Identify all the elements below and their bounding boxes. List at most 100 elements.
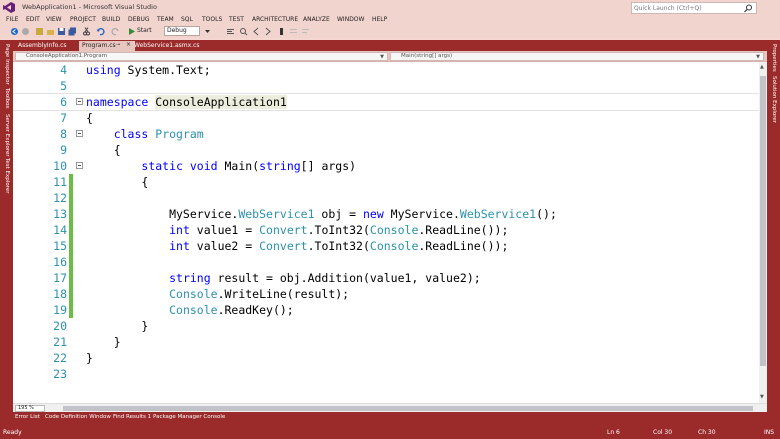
save-icon[interactable] — [57, 27, 66, 36]
line-number: 10 — [53, 159, 67, 173]
menu-edit[interactable]: EDIT — [26, 16, 40, 23]
left-tool-strip: Page Inspector Toolbox Server Explorer T… — [0, 40, 13, 425]
cut-icon[interactable] — [82, 27, 91, 36]
code-text: } — [86, 335, 121, 349]
tab-program[interactable]: Program.cs ⊸ × — [79, 41, 135, 51]
menu-file[interactable]: FILE — [6, 16, 18, 23]
page-inspector-tab[interactable]: Page Inspector — [4, 44, 10, 85]
menu-team[interactable]: TEAM — [157, 16, 174, 23]
status-bar: Ready Ln 6 Col 30 Ch 30 INS — [0, 425, 780, 439]
pin-icon[interactable]: ⊸ — [116, 42, 120, 48]
code-text: Console.ReadKey(); — [169, 303, 294, 317]
menu-architecture[interactable]: ARCHITECTURE — [252, 16, 298, 23]
tab-assemblyinfo[interactable]: AssemblyInfo.cs — [15, 41, 70, 51]
line-number: 22 — [53, 351, 67, 365]
menu-window[interactable]: WINDOW — [337, 16, 364, 23]
uncomment-icon[interactable] — [301, 27, 310, 36]
code-line: 14 int value1 = Convert.ToInt32(Console.… — [13, 222, 759, 238]
line-number: 9 — [60, 143, 67, 157]
undo-icon[interactable] — [96, 27, 105, 36]
menu-analyze[interactable]: ANALYZE — [303, 16, 330, 23]
title-bar: WebApplication1 - Microsoft Visual Studi… — [0, 0, 780, 14]
code-editor[interactable]: 4 using System.Text; 5 6 namespace Conso… — [13, 62, 759, 403]
code-text: } — [86, 319, 149, 333]
status-text: Ready — [3, 429, 22, 436]
menu-debug[interactable]: DEBUG — [128, 16, 150, 23]
save-all-icon[interactable] — [68, 27, 77, 36]
collapse-icon[interactable] — [76, 98, 83, 105]
menu-tools[interactable]: TOOLS — [202, 16, 222, 23]
code-line: 8 class Program — [13, 126, 759, 142]
vertical-scrollbar[interactable]: ▲ ▼ — [759, 62, 767, 403]
bookmark-icon[interactable] — [277, 27, 286, 36]
code-text: using System.Text; — [86, 63, 211, 77]
code-line: 16 — [13, 254, 759, 270]
navigation-bar: ConsoleApplication1.Program ▼ Main(strin… — [13, 51, 767, 62]
quick-launch-input[interactable]: Quick Launch (Ctrl+Q) — [631, 2, 757, 14]
properties-tab[interactable]: Properties — [771, 44, 777, 72]
code-text: int value2 = Convert.ToInt32(Console.Rea… — [169, 239, 509, 253]
code-line: 5 — [13, 78, 759, 94]
changed-line-marker — [69, 302, 73, 318]
back-icon[interactable] — [10, 27, 19, 36]
status-line: Ln 6 — [607, 429, 620, 436]
solution-explorer-tab[interactable]: Solution Explorer — [771, 76, 777, 123]
toolbox-tab[interactable]: Toolbox — [4, 88, 10, 109]
server-explorer-tab[interactable]: Server Explorer — [4, 114, 10, 157]
line-number: 5 — [60, 79, 67, 93]
find-icon[interactable] — [239, 27, 248, 36]
member-dropdown-value: Main(string[] args) — [401, 53, 453, 59]
open-file-icon[interactable] — [46, 27, 55, 36]
changed-line-marker — [69, 270, 73, 286]
new-project-icon[interactable] — [35, 27, 44, 36]
tab-webservice1[interactable]: WebService1.asmx.cs — [131, 41, 203, 51]
member-dropdown[interactable]: Main(string[] args) ▼ — [390, 52, 764, 61]
line-number: 13 — [53, 207, 67, 221]
type-dropdown-value: ConsoleApplication1.Program — [26, 53, 108, 59]
scroll-up-icon[interactable]: ▲ — [760, 64, 764, 70]
standard-toolbar: Start Debug — [0, 25, 780, 38]
type-dropdown[interactable]: ConsoleApplication1.Program ▼ — [15, 52, 388, 61]
zoom-select[interactable]: 195 % — [15, 405, 45, 412]
collapse-icon[interactable] — [76, 162, 83, 169]
code-line: 15 int value2 = Convert.ToInt32(Console.… — [13, 238, 759, 254]
format-icon[interactable] — [226, 27, 235, 36]
menu-build[interactable]: BUILD — [102, 16, 120, 23]
collapse-icon[interactable] — [76, 130, 83, 137]
test-explorer-tab[interactable]: Test Explorer — [4, 158, 10, 193]
changed-line-marker — [69, 222, 73, 238]
vertical-scroll-thumb[interactable] — [760, 76, 766, 366]
changed-line-marker — [69, 174, 73, 190]
comment-icon[interactable] — [289, 27, 298, 36]
changed-line-marker — [69, 286, 73, 302]
menu-bar: FILE EDIT VIEW PROJECT BUILD DEBUG TEAM … — [0, 14, 780, 25]
navigate-forward-icon[interactable] — [263, 27, 272, 36]
solution-configuration-select[interactable]: Debug — [164, 26, 200, 36]
chevron-down-icon: ▼ — [380, 54, 384, 60]
menu-sql[interactable]: SQL — [181, 16, 193, 23]
status-insert-mode: INS — [764, 429, 775, 436]
code-text: { — [86, 175, 149, 189]
menu-help[interactable]: HELP — [372, 16, 387, 23]
menu-view[interactable]: VIEW — [46, 16, 62, 23]
tab-package-manager-console[interactable]: Package Manager Console — [153, 414, 225, 420]
document-tab-well: AssemblyInfo.cs Program.cs ⊸ × WebServic… — [13, 40, 767, 51]
navigate-back-icon[interactable] — [252, 27, 261, 36]
start-button-label[interactable]: Start — [137, 27, 152, 34]
code-line: 20 } — [13, 318, 759, 334]
horizontal-scroll-thumb[interactable] — [63, 406, 753, 411]
scroll-down-icon[interactable]: ▼ — [760, 394, 764, 400]
tab-error-list[interactable]: Error List — [15, 414, 40, 420]
tab-program-label: Program.cs — [82, 42, 116, 49]
redo-icon[interactable] — [111, 27, 120, 36]
changed-line-marker — [69, 254, 73, 270]
start-debugging-icon[interactable] — [127, 27, 136, 36]
menu-test[interactable]: TEST — [229, 16, 244, 23]
tab-code-definition-window[interactable]: Code Definition Window — [45, 414, 111, 420]
tab-find-results-1[interactable]: Find Results 1 — [113, 414, 151, 420]
horizontal-scrollbar[interactable]: 195 % — [13, 403, 767, 412]
menu-project[interactable]: PROJECT — [70, 16, 96, 23]
dropdown-arrow-icon[interactable] — [203, 27, 212, 36]
line-number: 23 — [53, 367, 67, 381]
forward-icon[interactable] — [21, 27, 30, 36]
